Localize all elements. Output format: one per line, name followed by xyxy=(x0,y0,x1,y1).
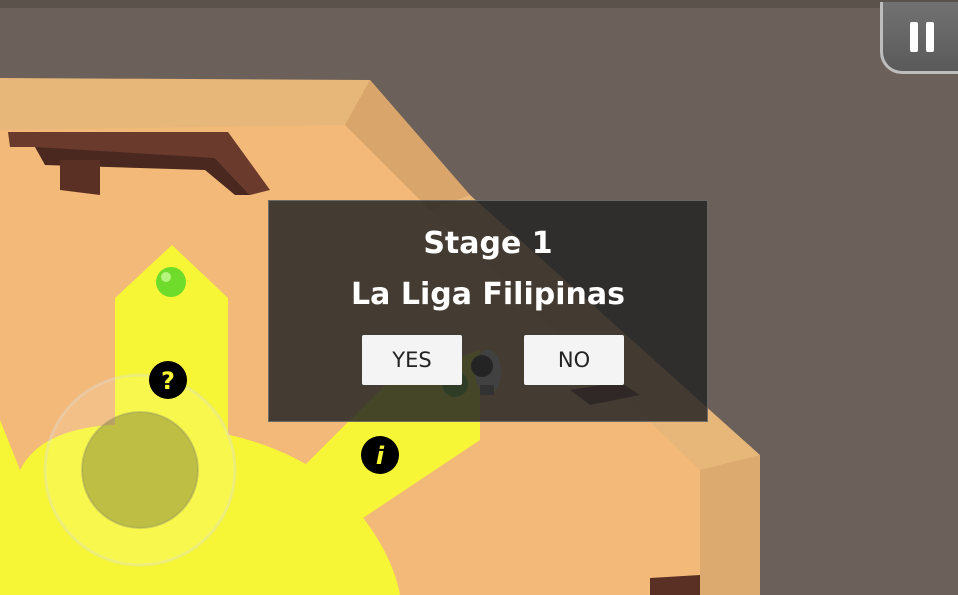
info-glyph: i xyxy=(376,442,385,470)
pause-icon-bar-left xyxy=(910,22,918,52)
green-orb-shine xyxy=(161,272,171,282)
question-glyph: ? xyxy=(161,367,175,395)
stage-dialog: Stage 1 La Liga Filipinas YES NO xyxy=(268,200,708,422)
no-button[interactable]: NO xyxy=(524,335,624,385)
joystick-knob[interactable] xyxy=(81,411,199,529)
yes-button[interactable]: YES xyxy=(362,335,462,385)
green-orb xyxy=(156,267,186,297)
question-marker[interactable]: ? xyxy=(149,361,187,399)
wood-post xyxy=(60,160,100,195)
pause-icon-bar-right xyxy=(926,22,934,52)
stage-label: Stage 1 xyxy=(423,226,553,261)
pause-button[interactable] xyxy=(880,2,958,74)
top-edge xyxy=(0,0,958,8)
wood-beam-corner xyxy=(650,575,700,595)
info-marker[interactable]: i xyxy=(361,436,399,474)
wall-side xyxy=(700,455,760,595)
stage-name: La Liga Filipinas xyxy=(351,277,625,312)
